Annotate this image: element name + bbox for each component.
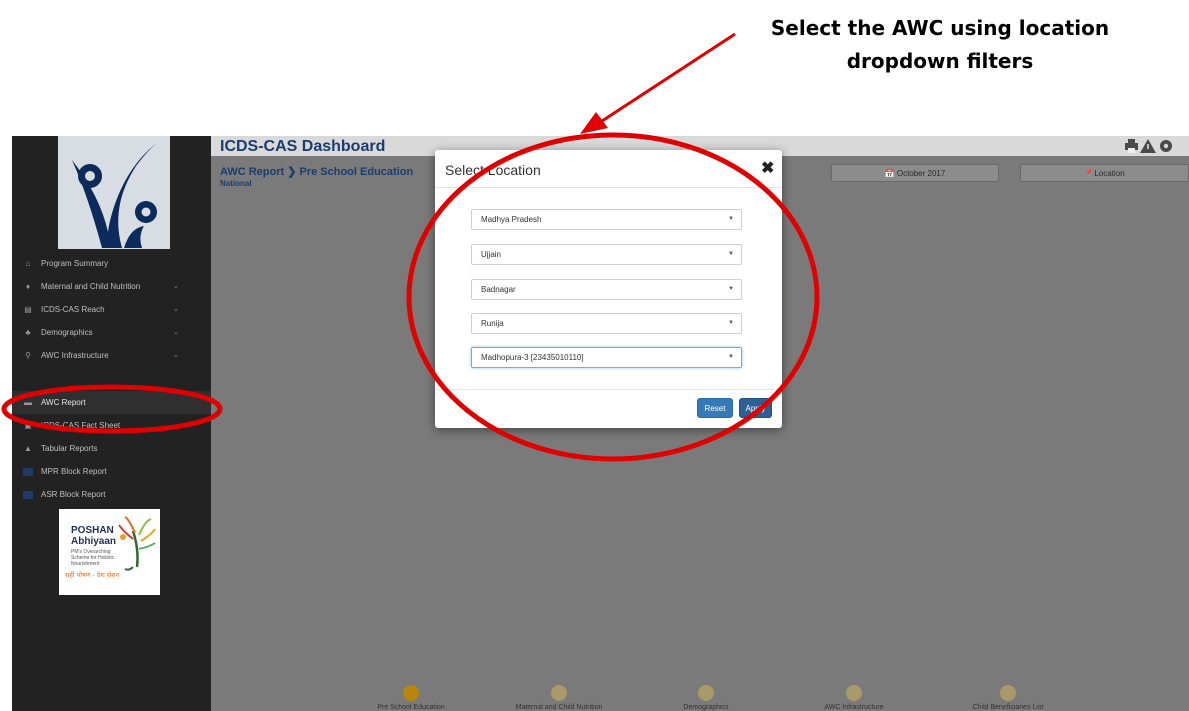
sidebar-item-label: Tabular Reports: [41, 444, 98, 453]
caret-down-icon: ▼: [728, 320, 734, 326]
district-select-value: Ujjain: [481, 250, 502, 259]
state-select[interactable]: Madhya Pradesh ▼: [471, 209, 742, 230]
gear-icon[interactable]: [1160, 140, 1172, 152]
sidebar-item-label: Demographics: [41, 328, 93, 337]
sidebar-item-label: ASR Block Report: [41, 490, 106, 499]
annotation-callout: Select the AWC using location dropdown f…: [730, 12, 1150, 78]
nav-dot-awc-infrastructure[interactable]: [846, 685, 862, 701]
reset-button[interactable]: Reset: [697, 398, 733, 418]
icds-logo: [58, 136, 170, 249]
chevron-down-icon: ⌄: [173, 283, 179, 290]
screenshot-root: Select the AWC using location dropdown f…: [0, 0, 1189, 711]
caret-down-icon: ▼: [728, 286, 734, 292]
block-select[interactable]: Badnagar ▼: [471, 279, 742, 300]
sidebar-item-label: ICDS-CAS Fact Sheet: [41, 421, 121, 430]
awc-select[interactable]: Madhopura-3 [23435010110] ▼: [471, 347, 742, 368]
select-location-modal: Select Location ✖ Madhya Pradesh ▼ Ujjai…: [435, 150, 782, 428]
location-filter-button[interactable]: 📍Location: [1020, 164, 1189, 182]
modal-title: Select Location: [445, 162, 541, 178]
sidebar-item-icds-cas-reach[interactable]: ▤ ICDS-CAS Reach ⌄: [12, 298, 211, 321]
district-select[interactable]: Ujjain ▼: [471, 244, 742, 265]
header-tool-icons: [1125, 139, 1172, 153]
sidebar-item-awc-infrastructure[interactable]: ⚲ AWC Infrastructure ⌄: [12, 344, 211, 367]
dashboard-title: ICDS-CAS Dashboard: [220, 138, 386, 155]
nav-label-awc-infrastructure[interactable]: AWC Infrastructure: [824, 704, 883, 711]
users-icon: ♣: [25, 328, 31, 337]
nav-label-demographics[interactable]: Demographics: [683, 704, 728, 711]
annotation-arrow-line: [601, 32, 736, 123]
bar-chart-icon: ▤: [24, 305, 32, 314]
sidebar-item-program-summary[interactable]: ⌂ Program Summary: [12, 252, 211, 275]
sidebar-item-label: AWC Infrastructure: [41, 351, 109, 360]
caret-down-icon: ▼: [728, 251, 734, 257]
home-icon: ⌂: [25, 259, 31, 268]
map-marker-icon: ⚲: [25, 351, 31, 360]
poshan-logo-graphic: POSHAN Abhiyaan PM's Overarching Scheme …: [65, 516, 156, 579]
close-icon[interactable]: ✖: [761, 158, 774, 178]
print-icon[interactable]: [1125, 139, 1138, 153]
fact-sheet-icon: ▣: [24, 421, 32, 430]
person-icon: ♦: [25, 282, 31, 291]
nav-dot-demographics[interactable]: [698, 685, 714, 701]
annotation-arrow-head: [580, 112, 608, 134]
breadcrumb[interactable]: AWC Report ❯ Pre School Education: [220, 165, 413, 178]
annotation-line-1: Select the AWC using location: [770, 16, 1110, 40]
chevron-down-icon: ⌄: [173, 306, 179, 313]
sector-select[interactable]: Runija ▼: [471, 313, 742, 334]
location-level-label: National: [220, 179, 252, 188]
caret-down-icon: ▼: [728, 216, 734, 222]
chevron-down-icon: ⌄: [173, 329, 179, 336]
chevron-down-icon: ⌄: [173, 352, 179, 359]
sidebar-item-fact-sheet[interactable]: ▣ ICDS-CAS Fact Sheet: [12, 414, 211, 437]
poshan-title-1: POSHAN: [71, 525, 114, 536]
mpr-icon: [21, 467, 35, 477]
sector-select-value: Runija: [481, 319, 504, 328]
block-select-value: Badnagar: [481, 285, 516, 294]
month-filter-button[interactable]: 📅 October 2017: [831, 164, 999, 182]
sidebar: ⌂ Program Summary ♦ Maternal and Child N…: [12, 136, 211, 711]
state-select-value: Madhya Pradesh: [481, 215, 542, 224]
awc-select-value: Madhopura-3 [23435010110]: [481, 353, 584, 362]
annotation-line-2: dropdown filters: [846, 49, 1034, 73]
table-icon: ▲: [24, 444, 32, 453]
nav-dot-pre-school-education[interactable]: [403, 685, 419, 701]
sidebar-item-label: AWC Report: [41, 398, 86, 407]
apply-button[interactable]: Apply: [739, 398, 772, 418]
warning-icon[interactable]: [1140, 139, 1156, 153]
sidebar-item-label: MPR Block Report: [41, 467, 107, 476]
poshan-title-2: Abhiyaan: [71, 536, 116, 547]
sidebar-item-label: ICDS-CAS Reach: [41, 305, 105, 314]
sidebar-item-mpr-block-report[interactable]: MPR Block Report: [12, 460, 211, 483]
poshan-tagline-3: Nourishment: [71, 561, 100, 567]
modal-header-divider: [435, 187, 782, 188]
nav-dot-child-beneficiaries[interactable]: [1000, 685, 1016, 701]
sidebar-item-label: Program Summary: [41, 259, 109, 268]
sidebar-item-asr-block-report[interactable]: ASR Block Report: [12, 483, 211, 506]
nav-label-pre-school-education[interactable]: Pre School Education: [377, 704, 444, 711]
sidebar-nav: ⌂ Program Summary ♦ Maternal and Child N…: [12, 252, 211, 506]
poshan-hindi-slogan: सही पोषण - देश रोशन: [65, 571, 120, 579]
nav-label-child-beneficiaries[interactable]: Child Beneficiaries List: [973, 704, 1044, 711]
sidebar-item-label: Maternal and Child Nutrition: [41, 282, 141, 291]
caret-down-icon: ▼: [728, 354, 734, 360]
report-icon: ▬: [24, 398, 32, 407]
sidebar-item-awc-report[interactable]: ▬ AWC Report: [12, 391, 211, 414]
sidebar-item-maternal-child-nutrition[interactable]: ♦ Maternal and Child Nutrition ⌄: [12, 275, 211, 298]
poshan-abhiyaan-logo: POSHAN Abhiyaan PM's Overarching Scheme …: [59, 509, 160, 595]
nav-label-maternal-child-nutrition[interactable]: Maternal and Child Nutrition: [516, 704, 603, 711]
modal-footer-divider: [435, 389, 782, 390]
sidebar-item-demographics[interactable]: ♣ Demographics ⌄: [12, 321, 211, 344]
header-tools: [1124, 138, 1184, 157]
sidebar-item-tabular-reports[interactable]: ▲ Tabular Reports: [12, 437, 211, 460]
nav-dot-maternal-child-nutrition[interactable]: [551, 685, 567, 701]
asr-icon: [21, 490, 35, 500]
family-logo-icon: [58, 136, 170, 249]
